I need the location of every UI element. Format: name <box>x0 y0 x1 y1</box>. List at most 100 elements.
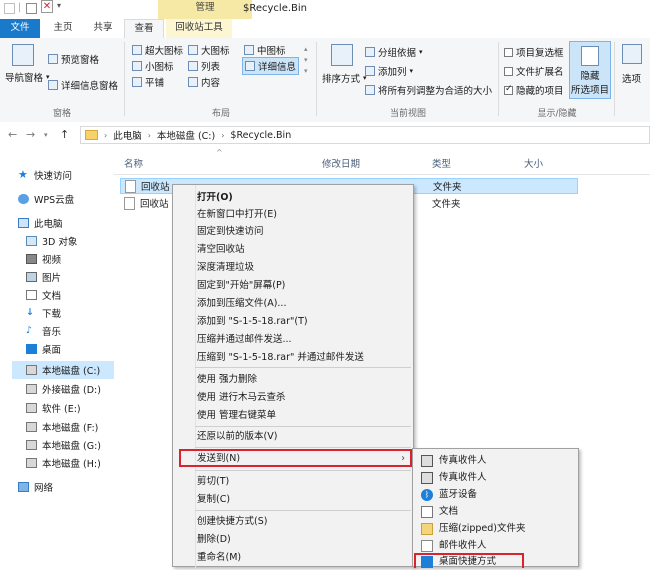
layout-small-icons-label: 小图标 <box>145 62 174 73</box>
menu-item-deep-clean[interactable]: 深度清理垃圾 <box>197 259 254 276</box>
column-header-name[interactable]: 名称 <box>124 156 143 170</box>
nav-item-network[interactable]: 网络 <box>18 480 53 494</box>
nav-item-local-disk-g[interactable]: 本地磁盘 (G:) <box>26 438 101 452</box>
menu-item-rename[interactable]: 重命名(M) <box>197 549 241 566</box>
breadcrumb-recycle-bin[interactable]: $Recycle.Bin <box>230 130 291 141</box>
hide-selected-items-button[interactable]: 隐藏 所选项目 <box>569 41 611 99</box>
size-all-columns-label: 将所有列调整为合适的大小 <box>378 86 493 97</box>
layout-small-icons[interactable]: 小图标 <box>132 59 174 73</box>
nav-item-downloads[interactable]: ↓ 下载 <box>26 306 61 321</box>
menu-separator <box>195 447 411 448</box>
details-pane-button[interactable]: 详细信息窗格 <box>48 78 118 92</box>
nav-item-3d-objects[interactable]: 3D 对象 <box>26 234 77 248</box>
options-button[interactable]: 选项 <box>622 71 641 85</box>
tab-file[interactable]: 文件 <box>0 19 40 38</box>
layout-list[interactable]: 列表 <box>188 59 220 73</box>
layout-tiles[interactable]: 平铺 <box>132 75 164 89</box>
nav-item-label: 本地磁盘 (G:) <box>42 441 101 452</box>
menu-item-pin-quick-access[interactable]: 固定到快速访问 <box>197 223 264 240</box>
menu-item-trojan-scan[interactable]: 使用 进行木马云查杀 <box>197 389 286 406</box>
nav-item-quick-access[interactable]: ★ 快速访问 <box>18 168 72 182</box>
tab-view[interactable]: 查看 <box>124 19 164 39</box>
menu-item-create-shortcut[interactable]: 创建快捷方式(S) <box>197 513 267 530</box>
nav-item-local-disk-f[interactable]: 本地磁盘 (F:) <box>26 420 98 434</box>
submenu-item-fax-recipient[interactable]: 传真收件人 <box>421 469 487 486</box>
group-by-button[interactable]: 分组依据 ▾ <box>365 45 423 59</box>
menu-item-open-new-window[interactable]: 在新窗口中打开(E) <box>197 206 277 223</box>
layout-large-icons[interactable]: 大图标 <box>188 43 230 57</box>
menu-item-force-delete[interactable]: 使用 强力删除 <box>197 371 257 388</box>
submenu-item-label: 蓝牙设备 <box>439 489 478 500</box>
column-header-type[interactable]: 类型 <box>432 156 451 170</box>
submenu-item-documents[interactable]: 文档 <box>421 503 458 520</box>
menu-item-empty-recycle-bin[interactable]: 清空回收站 <box>197 241 245 258</box>
navigation-pane-button[interactable]: 导航窗格 ▾ <box>5 70 50 84</box>
menu-item-compress-email[interactable]: 压缩并通过邮件发送... <box>197 331 292 348</box>
hidden-items-checkbox[interactable] <box>504 84 513 95</box>
tab-home[interactable]: 主页 <box>44 19 82 38</box>
layout-content[interactable]: 内容 <box>188 75 220 89</box>
breadcrumb-local-disk-c[interactable]: 本地磁盘 (C:) <box>157 128 215 142</box>
nav-item-pictures[interactable]: 图片 <box>26 270 61 284</box>
menu-item-cut[interactable]: 剪切(T) <box>197 473 229 490</box>
download-icon: ↓ <box>26 307 34 318</box>
menu-item-add-to-archive[interactable]: 添加到压缩文件(A)... <box>197 295 286 312</box>
item-checkboxes-checkbox[interactable] <box>504 47 513 57</box>
nav-item-software-e[interactable]: 软件 (E:) <box>26 401 81 415</box>
cube-icon <box>26 236 37 246</box>
menu-item-copy[interactable]: 复制(C) <box>197 491 230 508</box>
hidden-items-toggle[interactable]: 隐藏的项目 <box>504 83 564 97</box>
forward-icon[interactable]: → <box>26 128 35 141</box>
title-bar: | ✕ ▾ <box>0 0 650 19</box>
menu-item-pin-start[interactable]: 固定到"开始"屏幕(P) <box>197 277 285 294</box>
column-header-date-modified[interactable]: 修改日期 <box>322 156 360 170</box>
item-checkboxes-toggle[interactable]: 项目复选框 <box>504 45 564 59</box>
submenu-item-fax-recipient[interactable]: 传真收件人 <box>421 452 487 469</box>
nav-item-external-disk-d[interactable]: 外接磁盘 (D:) <box>26 382 101 396</box>
row-type: 文件夹 <box>433 182 462 193</box>
properties-icon[interactable] <box>26 3 37 14</box>
recent-locations-icon[interactable]: ▾ <box>44 131 48 139</box>
layout-medium-icons[interactable]: 中图标 <box>244 43 286 57</box>
submenu-item-mail-recipient[interactable]: 邮件收件人 <box>421 537 487 554</box>
column-header-size[interactable]: 大小 <box>524 156 543 170</box>
qat-dropdown-icon[interactable]: ▾ <box>57 1 61 10</box>
file-extensions-label: 文件扩展名 <box>516 67 564 78</box>
nav-item-local-disk-c[interactable]: 本地磁盘 (C:) <box>12 361 121 379</box>
sort-by-button[interactable]: 排序方式 ▾ <box>322 71 367 85</box>
file-extensions-toggle[interactable]: 文件扩展名 <box>504 64 564 78</box>
submenu-item-bluetooth[interactable]: ᛒ 蓝牙设备 <box>421 486 477 503</box>
submenu-item-zip-folder[interactable]: 压缩(zipped)文件夹 <box>421 520 525 537</box>
computer-icon <box>18 218 29 228</box>
layout-extra-large-icons[interactable]: 超大图标 <box>132 43 183 57</box>
nav-item-desktop[interactable]: 桌面 <box>26 342 61 356</box>
nav-item-local-disk-h[interactable]: 本地磁盘 (H:) <box>26 456 101 470</box>
tab-share[interactable]: 共享 <box>84 19 122 38</box>
tab-recycle-bin-tools[interactable]: 回收站工具 <box>166 19 232 38</box>
back-icon[interactable]: ← <box>8 128 17 141</box>
save-icon[interactable] <box>4 3 15 14</box>
preview-pane-button[interactable]: 预览窗格 <box>48 52 99 66</box>
nav-item-this-pc[interactable]: 此电脑 <box>18 216 63 230</box>
menu-item-manage-context-menu[interactable]: 使用 管理右键菜单 <box>197 407 276 424</box>
drive-icon <box>26 458 37 468</box>
menu-item-open[interactable]: 打开(O) <box>197 189 233 206</box>
menu-item-delete[interactable]: 删除(D) <box>197 531 231 548</box>
add-columns-button[interactable]: 添加列 ▾ <box>365 64 413 78</box>
size-all-columns-button[interactable]: 将所有列调整为合适的大小 <box>365 83 492 97</box>
up-icon[interactable]: ↑ <box>60 128 69 141</box>
nav-item-documents[interactable]: 文档 <box>26 288 61 302</box>
nav-item-videos[interactable]: 视频 <box>26 252 61 266</box>
nav-item-music[interactable]: ♪ 音乐 <box>26 324 61 339</box>
file-extensions-checkbox[interactable] <box>504 66 513 76</box>
menu-item-compress-rar-email[interactable]: 压缩到 "S-1-5-18.rar" 并通过邮件发送 <box>197 349 364 366</box>
layout-scroll-icon[interactable]: ▴ ▾ ▾ <box>304 44 308 77</box>
menu-item-restore-previous-versions[interactable]: 还原以前的版本(V) <box>197 428 277 445</box>
menu-item-add-to-rar[interactable]: 添加到 "S-1-5-18.rar"(T) <box>197 313 308 330</box>
address-bar[interactable]: › 此电脑 › 本地磁盘 (C:) › $Recycle.Bin <box>80 126 650 144</box>
layout-details[interactable]: 详细信息 <box>242 57 300 75</box>
breadcrumb-this-pc[interactable]: 此电脑 <box>113 128 142 142</box>
contextual-tab-group-label: 管理 <box>158 0 252 19</box>
nav-item-wps-cloud[interactable]: WPS云盘 <box>18 192 74 206</box>
delete-icon[interactable]: ✕ <box>41 0 53 13</box>
